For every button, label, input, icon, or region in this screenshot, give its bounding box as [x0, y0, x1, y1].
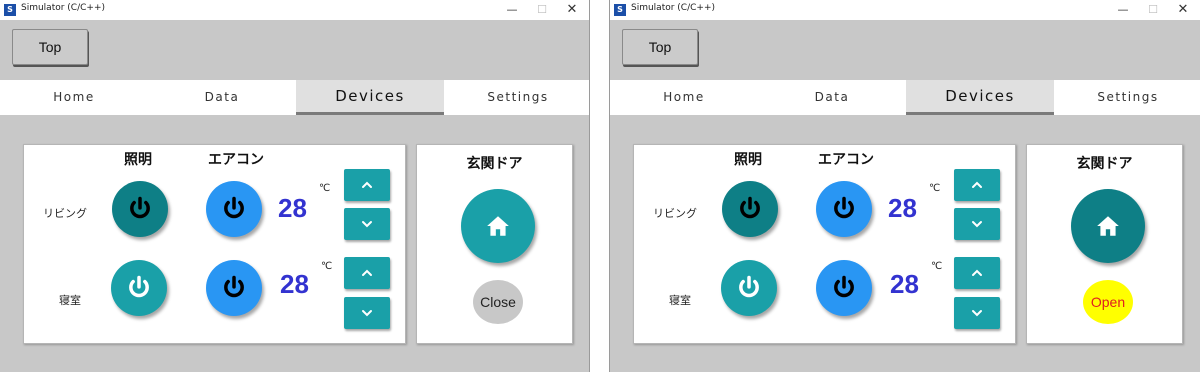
power-icon	[834, 275, 854, 298]
power-icon	[129, 275, 149, 298]
front-door-button[interactable]	[461, 189, 535, 263]
living-temperature: 28	[888, 193, 917, 223]
title-bar[interactable]: S Simulator (C/C++) — ☐ ✕	[0, 0, 589, 20]
living-temperature-unit: ℃	[319, 183, 331, 194]
living-temp-up-button[interactable]	[344, 169, 390, 201]
living-temp-down-button[interactable]	[954, 208, 1000, 240]
chevron-up-icon	[362, 269, 372, 276]
lighting-header: 照明	[734, 152, 762, 168]
bedroom-temp-down-button[interactable]	[954, 297, 1000, 329]
door-status-badge: Close	[473, 280, 523, 324]
front-door-header: 玄関ドア	[466, 156, 523, 172]
home-icon	[1097, 216, 1119, 236]
power-icon	[740, 196, 760, 219]
bedroom-temperature: 28	[890, 269, 919, 299]
living-aircon-power-button[interactable]	[816, 181, 872, 237]
chevron-down-icon	[972, 221, 982, 228]
tab-settings[interactable]: Settings	[444, 80, 592, 115]
tab-bar: Home Data Devices Settings	[610, 80, 1200, 115]
power-icon	[224, 275, 244, 298]
chevron-up-icon	[972, 269, 982, 276]
room-controls-panel: 照明 エアコン リビング 寝室 28 ℃ 28 ℃	[633, 144, 1016, 344]
living-aircon-power-button[interactable]	[206, 181, 262, 237]
door-status-badge: Open	[1083, 280, 1133, 324]
living-temp-up-button[interactable]	[954, 169, 1000, 201]
room-label-living: リビング	[653, 207, 697, 220]
front-door-header: 玄関ドア	[1076, 156, 1133, 172]
chevron-down-icon	[362, 310, 372, 317]
bedroom-temperature-unit: ℃	[321, 261, 333, 272]
top-button[interactable]: Top	[12, 29, 88, 65]
close-icon[interactable]: ✕	[561, 1, 583, 19]
simulator-window-left: S Simulator (C/C++) — ☐ ✕ Top Home Data …	[0, 0, 590, 372]
simulator-window-right: S Simulator (C/C++) — ☐ ✕ Top Home Data …	[609, 0, 1200, 372]
maximize-icon[interactable]: ☐	[531, 1, 553, 19]
living-temperature: 28	[278, 193, 307, 223]
bedroom-light-power-button[interactable]	[721, 260, 777, 316]
lighting-header: 照明	[124, 152, 152, 168]
front-door-panel: 玄関ドア Open	[1026, 144, 1183, 344]
power-icon	[224, 196, 244, 219]
power-icon	[834, 196, 854, 219]
minimize-icon[interactable]: —	[1112, 1, 1134, 19]
living-light-power-button[interactable]	[722, 181, 778, 237]
app-icon: S	[614, 4, 626, 16]
chevron-up-icon	[362, 181, 372, 188]
bedroom-temp-up-button[interactable]	[954, 257, 1000, 289]
front-door-button[interactable]	[1071, 189, 1145, 263]
chevron-down-icon	[362, 221, 372, 228]
tab-bar: Home Data Devices Settings	[0, 80, 589, 115]
aircon-header: エアコン	[818, 152, 874, 168]
room-controls-panel: 照明 エアコン リビング 寝室 28 ℃ 28 ℃	[23, 144, 406, 344]
bedroom-temp-down-button[interactable]	[344, 297, 390, 329]
bedroom-aircon-power-button[interactable]	[206, 260, 262, 316]
living-temperature-unit: ℃	[929, 183, 941, 194]
bedroom-temp-up-button[interactable]	[344, 257, 390, 289]
tab-devices[interactable]: Devices	[906, 80, 1054, 115]
power-icon	[739, 275, 759, 298]
tab-settings[interactable]: Settings	[1054, 80, 1200, 115]
bedroom-temperature: 28	[280, 269, 309, 299]
top-button[interactable]: Top	[622, 29, 698, 65]
aircon-header: エアコン	[208, 152, 264, 168]
home-icon	[487, 216, 509, 236]
living-temp-down-button[interactable]	[344, 208, 390, 240]
chevron-down-icon	[972, 310, 982, 317]
close-icon[interactable]: ✕	[1172, 1, 1194, 19]
tab-home[interactable]: Home	[610, 80, 758, 115]
minimize-icon[interactable]: —	[501, 1, 523, 19]
app-icon: S	[4, 4, 16, 16]
room-label-living: リビング	[43, 207, 87, 220]
tab-home[interactable]: Home	[0, 80, 148, 115]
bedroom-light-power-button[interactable]	[111, 260, 167, 316]
living-light-power-button[interactable]	[112, 181, 168, 237]
window-title: Simulator (C/C++)	[631, 3, 716, 13]
title-bar[interactable]: S Simulator (C/C++) — ☐ ✕	[610, 0, 1200, 20]
room-label-bedroom: 寝室	[59, 294, 81, 307]
tab-data[interactable]: Data	[148, 80, 296, 115]
bedroom-temperature-unit: ℃	[931, 261, 943, 272]
maximize-icon[interactable]: ☐	[1142, 1, 1164, 19]
window-title: Simulator (C/C++)	[21, 3, 106, 13]
front-door-panel: 玄関ドア Close	[416, 144, 573, 344]
room-label-bedroom: 寝室	[669, 294, 691, 307]
bedroom-aircon-power-button[interactable]	[816, 260, 872, 316]
power-icon	[130, 196, 150, 219]
tab-devices[interactable]: Devices	[296, 80, 444, 115]
chevron-up-icon	[972, 181, 982, 188]
tab-data[interactable]: Data	[758, 80, 906, 115]
